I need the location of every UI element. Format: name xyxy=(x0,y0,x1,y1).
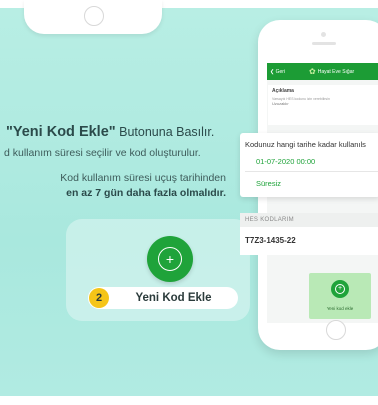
description-value[interactable]: Uzuzaklır xyxy=(272,101,374,106)
new-code-button[interactable]: + Yeni kod ekle xyxy=(309,273,371,319)
description-line-1: Kod kullanım süresi uçuş tarihinden xyxy=(60,172,226,184)
duration-popup: Kodunuz hangi tarihe kadar kullanıls 01-… xyxy=(240,133,378,197)
back-button[interactable]: ❮ Geri xyxy=(270,69,285,75)
plus-icon: + xyxy=(158,247,182,271)
step-pill: 2 Yeni Kod Ekle xyxy=(88,287,238,309)
duration-option-indefinite[interactable]: Süresiz xyxy=(256,179,281,188)
hes-codes-header: HES KODLARIM xyxy=(240,213,378,227)
description-label: Açıklama xyxy=(272,88,294,94)
step-number-badge: 2 xyxy=(89,288,109,308)
app-title-text: Hayat Eve Sığar xyxy=(317,68,355,75)
duration-option-date[interactable]: 01-07-2020 00:00 xyxy=(256,157,315,166)
duration-question: Kodunuz hangi tarihe kadar kullanıls xyxy=(245,140,366,149)
add-code-button[interactable]: + xyxy=(147,236,193,282)
mini-plus-icon: + xyxy=(331,280,349,298)
top-phone-frame xyxy=(24,0,162,34)
new-code-label: Yeni kod ekle xyxy=(326,306,354,311)
home-button-icon xyxy=(84,6,104,26)
step-label: Yeni Kod Ekle xyxy=(135,292,212,304)
app-logo-icon: ✿ xyxy=(309,67,316,76)
headline: "Yeni Kod Ekle" Butonuna Basılır. xyxy=(6,124,214,140)
description-card: Açıklama Varsayılı HES kodunu izin vereb… xyxy=(268,85,378,125)
camera-icon xyxy=(321,32,326,37)
subline: d kullanım süresi seçilir ve kod oluştur… xyxy=(4,147,201,159)
app-nav-bar: ❮ Geri ✿ Hayat Eve Sığar xyxy=(267,63,378,80)
headline-quoted: "Yeni Kod Ekle" xyxy=(6,124,116,140)
description-line-2: en az 7 gün daha fazla olmalıdır. xyxy=(66,187,226,199)
hes-code-row[interactable]: T7Z3-1435-22 xyxy=(240,227,378,255)
phone-home-button-icon xyxy=(326,320,346,340)
speaker-icon xyxy=(312,42,336,45)
headline-rest: Butonuna Basılır. xyxy=(115,125,215,139)
app-title: ✿ Hayat Eve Sığar xyxy=(309,67,354,76)
divider xyxy=(245,171,378,172)
